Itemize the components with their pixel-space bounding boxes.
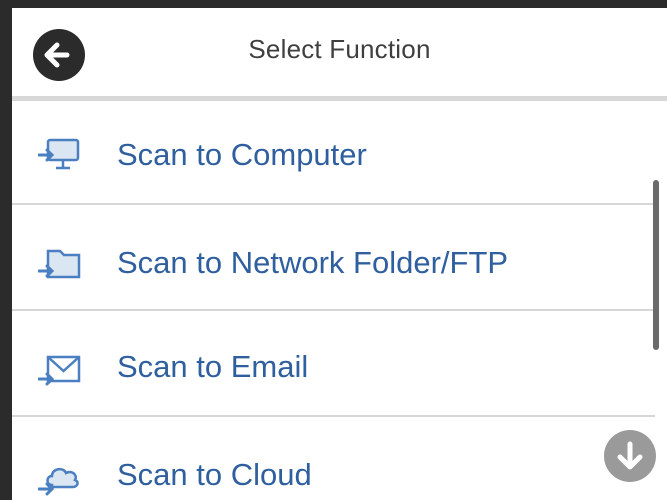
menu-item-scan-to-computer[interactable]: Scan to Computer: [12, 101, 655, 205]
scan-to-folder-icon: [38, 249, 81, 279]
divider: [12, 415, 655, 417]
menu-item-scan-to-email[interactable]: Scan to Email: [12, 313, 655, 417]
select-function-screen: Select Function Scan to Computer Scan to…: [0, 0, 667, 500]
scan-to-cloud-icon: [38, 467, 79, 496]
scan-to-computer-icon: [38, 138, 80, 170]
scroll-down-button[interactable]: [604, 430, 656, 482]
header-bar: Select Function: [12, 8, 667, 98]
menu-item-scan-to-network-folder[interactable]: Scan to Network Folder/FTP: [12, 207, 655, 311]
bezel-left: [0, 0, 12, 500]
menu-item-label: Scan to Computer: [117, 137, 367, 172]
menu-item-label: Scan to Cloud: [117, 457, 312, 492]
menu-item-scan-to-cloud[interactable]: Scan to Cloud: [12, 419, 655, 500]
arrow-down-icon: [617, 441, 643, 470]
menu-item-label: Scan to Email: [117, 349, 309, 384]
divider: [12, 203, 655, 205]
menu-item-label: Scan to Network Folder/FTP: [117, 245, 509, 280]
scan-to-email-icon: [38, 355, 81, 386]
scrollbar[interactable]: [653, 180, 659, 350]
bezel-top: [0, 0, 667, 8]
page-title: Select Function: [248, 34, 431, 64]
divider: [12, 309, 655, 311]
